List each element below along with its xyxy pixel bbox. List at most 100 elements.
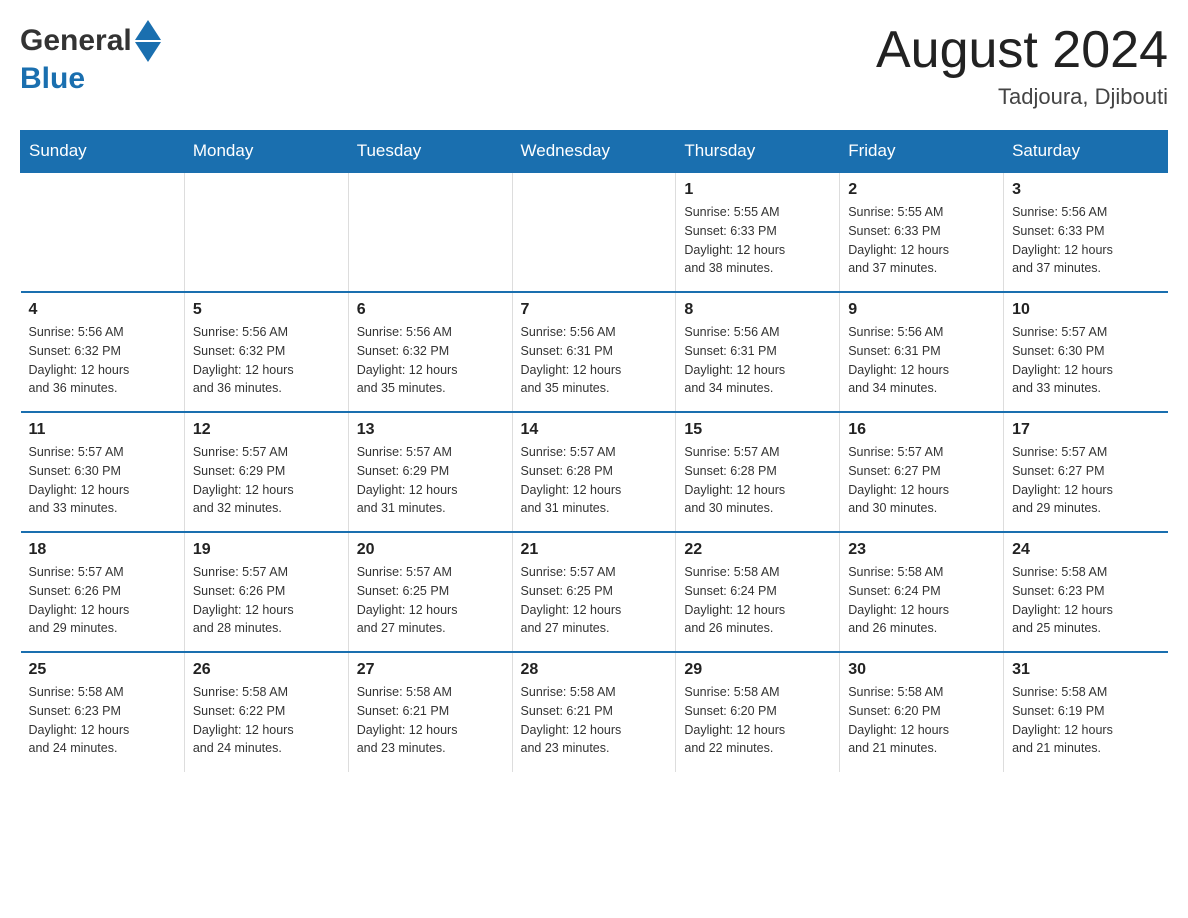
day-info: Sunrise: 5:57 AMSunset: 6:26 PMDaylight:… — [29, 563, 176, 638]
day-number: 7 — [521, 301, 668, 319]
header-thursday: Thursday — [676, 131, 840, 173]
logo: General Blue — [20, 20, 161, 96]
day-cell-28: 28 Sunrise: 5:58 AMSunset: 6:21 PMDayligh… — [512, 652, 676, 772]
day-number: 17 — [1012, 421, 1159, 439]
day-cell-25: 25 Sunrise: 5:58 AMSunset: 6:23 PMDayligh… — [21, 652, 185, 772]
week-row-1: 1 Sunrise: 5:55 AMSunset: 6:33 PMDaylight… — [21, 172, 1168, 292]
day-cell-22: 22 Sunrise: 5:58 AMSunset: 6:24 PMDayligh… — [676, 532, 840, 652]
day-info: Sunrise: 5:56 AMSunset: 6:33 PMDaylight:… — [1012, 203, 1159, 278]
day-number: 1 — [684, 181, 831, 199]
day-info: Sunrise: 5:56 AMSunset: 6:31 PMDaylight:… — [521, 323, 668, 398]
day-info: Sunrise: 5:57 AMSunset: 6:27 PMDaylight:… — [848, 443, 995, 518]
day-info: Sunrise: 5:57 AMSunset: 6:26 PMDaylight:… — [193, 563, 340, 638]
day-number: 9 — [848, 301, 995, 319]
week-row-5: 25 Sunrise: 5:58 AMSunset: 6:23 PMDayligh… — [21, 652, 1168, 772]
calendar-title: August 2024 — [876, 20, 1168, 80]
day-info: Sunrise: 5:57 AMSunset: 6:28 PMDaylight:… — [521, 443, 668, 518]
day-cell-18: 18 Sunrise: 5:57 AMSunset: 6:26 PMDayligh… — [21, 532, 185, 652]
day-cell-9: 9 Sunrise: 5:56 AMSunset: 6:31 PMDaylight… — [840, 292, 1004, 412]
day-info: Sunrise: 5:57 AMSunset: 6:25 PMDaylight:… — [357, 563, 504, 638]
day-cell-12: 12 Sunrise: 5:57 AMSunset: 6:29 PMDayligh… — [184, 412, 348, 532]
day-info: Sunrise: 5:58 AMSunset: 6:24 PMDaylight:… — [848, 563, 995, 638]
day-cell-16: 16 Sunrise: 5:57 AMSunset: 6:27 PMDayligh… — [840, 412, 1004, 532]
week-row-3: 11Sunrise: 5:57 AMSunset: 6:30 PMDayligh… — [21, 412, 1168, 532]
day-number: 29 — [684, 661, 831, 679]
day-cell-2: 2 Sunrise: 5:55 AMSunset: 6:33 PMDaylight… — [840, 172, 1004, 292]
day-info: Sunrise: 5:57 AMSunset: 6:30 PMDaylight:… — [1012, 323, 1159, 398]
day-info: Sunrise: 5:56 AMSunset: 6:32 PMDaylight:… — [357, 323, 504, 398]
day-cell-29: 29 Sunrise: 5:58 AMSunset: 6:20 PMDayligh… — [676, 652, 840, 772]
week-row-2: 4Sunrise: 5:56 AMSunset: 6:32 PMDaylight… — [21, 292, 1168, 412]
day-number: 2 — [848, 181, 995, 199]
header-monday: Monday — [184, 131, 348, 173]
day-number: 23 — [848, 541, 995, 559]
week-row-4: 18 Sunrise: 5:57 AMSunset: 6:26 PMDayligh… — [21, 532, 1168, 652]
day-info: Sunrise: 5:58 AMSunset: 6:23 PMDaylight:… — [1012, 563, 1159, 638]
day-info: Sunrise: 5:58 AMSunset: 6:20 PMDaylight:… — [684, 683, 831, 758]
day-cell-24: 24Sunrise: 5:58 AMSunset: 6:23 PMDayligh… — [1004, 532, 1168, 652]
day-number: 20 — [357, 541, 504, 559]
day-number: 27 — [357, 661, 504, 679]
day-info: Sunrise: 5:58 AMSunset: 6:24 PMDaylight:… — [684, 563, 831, 638]
day-number: 5 — [193, 301, 340, 319]
calendar-subtitle: Tadjoura, Djibouti — [876, 84, 1168, 110]
day-cell-31: 31 Sunrise: 5:58 AMSunset: 6:19 PMDayligh… — [1004, 652, 1168, 772]
day-cell-3: 3 Sunrise: 5:56 AMSunset: 6:33 PMDaylight… — [1004, 172, 1168, 292]
day-number: 19 — [193, 541, 340, 559]
day-info: Sunrise: 5:57 AMSunset: 6:30 PMDaylight:… — [29, 443, 176, 518]
day-number: 3 — [1012, 181, 1159, 199]
day-info: Sunrise: 5:56 AMSunset: 6:32 PMDaylight:… — [193, 323, 340, 398]
day-cell-empty — [21, 172, 185, 292]
day-info: Sunrise: 5:58 AMSunset: 6:19 PMDaylight:… — [1012, 683, 1159, 758]
day-cell-13: 13Sunrise: 5:57 AMSunset: 6:29 PMDayligh… — [348, 412, 512, 532]
day-info: Sunrise: 5:56 AMSunset: 6:31 PMDaylight:… — [684, 323, 831, 398]
day-cell-8: 8 Sunrise: 5:56 AMSunset: 6:31 PMDaylight… — [676, 292, 840, 412]
day-info: Sunrise: 5:56 AMSunset: 6:31 PMDaylight:… — [848, 323, 995, 398]
day-info: Sunrise: 5:57 AMSunset: 6:29 PMDaylight:… — [193, 443, 340, 518]
header-wednesday: Wednesday — [512, 131, 676, 173]
day-number: 31 — [1012, 661, 1159, 679]
day-cell-20: 20 Sunrise: 5:57 AMSunset: 6:25 PMDayligh… — [348, 532, 512, 652]
day-cell-26: 26Sunrise: 5:58 AMSunset: 6:22 PMDayligh… — [184, 652, 348, 772]
day-number: 14 — [521, 421, 668, 439]
header: General Blue August 2024 Tadjoura, Djibo… — [20, 20, 1168, 110]
day-cell-23: 23 Sunrise: 5:58 AMSunset: 6:24 PMDayligh… — [840, 532, 1004, 652]
header-friday: Friday — [840, 131, 1004, 173]
day-cell-15: 15 Sunrise: 5:57 AMSunset: 6:28 PMDayligh… — [676, 412, 840, 532]
day-number: 18 — [29, 541, 176, 559]
day-cell-14: 14 Sunrise: 5:57 AMSunset: 6:28 PMDayligh… — [512, 412, 676, 532]
day-number: 12 — [193, 421, 340, 439]
day-info: Sunrise: 5:57 AMSunset: 6:25 PMDaylight:… — [521, 563, 668, 638]
day-number: 10 — [1012, 301, 1159, 319]
day-number: 25 — [29, 661, 176, 679]
day-cell-empty — [184, 172, 348, 292]
day-info: Sunrise: 5:57 AMSunset: 6:27 PMDaylight:… — [1012, 443, 1159, 518]
day-number: 6 — [357, 301, 504, 319]
day-cell-10: 10 Sunrise: 5:57 AMSunset: 6:30 PMDayligh… — [1004, 292, 1168, 412]
day-info: Sunrise: 5:57 AMSunset: 6:28 PMDaylight:… — [684, 443, 831, 518]
day-number: 22 — [684, 541, 831, 559]
day-info: Sunrise: 5:58 AMSunset: 6:21 PMDaylight:… — [521, 683, 668, 758]
header-sunday: Sunday — [21, 131, 185, 173]
day-info: Sunrise: 5:58 AMSunset: 6:23 PMDaylight:… — [29, 683, 176, 758]
day-cell-5: 5 Sunrise: 5:56 AMSunset: 6:32 PMDaylight… — [184, 292, 348, 412]
day-number: 28 — [521, 661, 668, 679]
calendar-header-row: SundayMondayTuesdayWednesdayThursdayFrid… — [21, 131, 1168, 173]
day-number: 16 — [848, 421, 995, 439]
day-number: 8 — [684, 301, 831, 319]
day-info: Sunrise: 5:55 AMSunset: 6:33 PMDaylight:… — [684, 203, 831, 278]
day-number: 15 — [684, 421, 831, 439]
logo-blue-text: Blue — [20, 62, 85, 95]
day-cell-21: 21 Sunrise: 5:57 AMSunset: 6:25 PMDayligh… — [512, 532, 676, 652]
day-cell-empty — [512, 172, 676, 292]
header-saturday: Saturday — [1004, 131, 1168, 173]
day-cell-17: 17 Sunrise: 5:57 AMSunset: 6:27 PMDayligh… — [1004, 412, 1168, 532]
day-number: 21 — [521, 541, 668, 559]
day-info: Sunrise: 5:55 AMSunset: 6:33 PMDaylight:… — [848, 203, 995, 278]
day-cell-6: 6 Sunrise: 5:56 AMSunset: 6:32 PMDaylight… — [348, 292, 512, 412]
day-cell-19: 19 Sunrise: 5:57 AMSunset: 6:26 PMDayligh… — [184, 532, 348, 652]
day-cell-4: 4Sunrise: 5:56 AMSunset: 6:32 PMDaylight… — [21, 292, 185, 412]
header-tuesday: Tuesday — [348, 131, 512, 173]
day-info: Sunrise: 5:58 AMSunset: 6:21 PMDaylight:… — [357, 683, 504, 758]
calendar-table: SundayMondayTuesdayWednesdayThursdayFrid… — [20, 130, 1168, 772]
